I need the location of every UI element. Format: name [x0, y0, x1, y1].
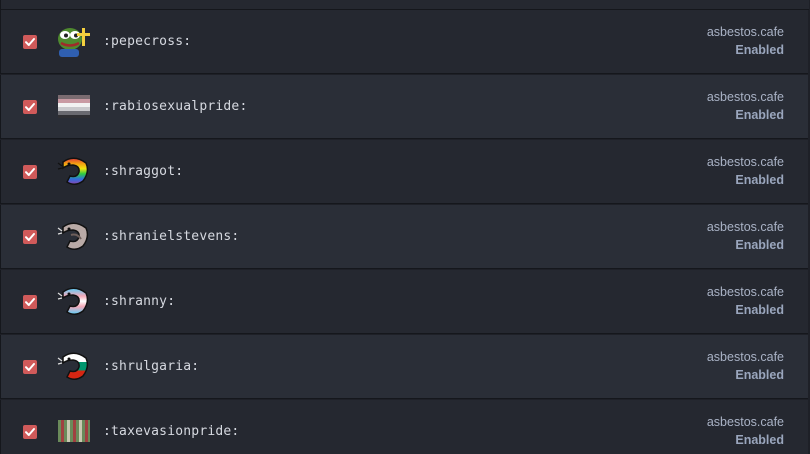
emoji-checkbox[interactable] [23, 360, 37, 374]
emoji-checkbox[interactable] [23, 425, 37, 439]
emoji-shortcode: :rabiosexualpride: [103, 99, 248, 114]
emoji-shortcode: :shranny: [103, 294, 176, 309]
rabiosexual-pride-flag-icon [58, 95, 90, 118]
checkmark-icon [25, 38, 35, 46]
emoji-meta: asbestos.cafe Enabled [707, 88, 784, 124]
emoji-meta: asbestos.cafe Enabled [707, 153, 784, 189]
emoji-meta: asbestos.cafe Enabled [707, 23, 784, 59]
emoji-meta: asbestos.cafe Enabled [707, 283, 784, 319]
emoji-checkbox[interactable] [23, 295, 37, 309]
emoji-row[interactable]: :shrulgaria: asbestos.cafe Enabled [0, 335, 808, 399]
emoji-meta: asbestos.cafe Enabled [707, 348, 784, 384]
emoji-row[interactable]: :pepecross: asbestos.cafe Enabled [0, 10, 808, 74]
emoji-domain: asbestos.cafe [706, 220, 784, 234]
shrimp-trans-icon [57, 287, 89, 315]
emoji-status: Enabled [735, 368, 784, 382]
checkmark-icon [25, 168, 35, 176]
emoji-row[interactable]: :shranny: asbestos.cafe Enabled [0, 270, 808, 334]
emoji-shortcode: :shrulgaria: [103, 359, 200, 374]
emoji-checkbox[interactable] [23, 100, 37, 114]
emoji-checkbox[interactable] [23, 35, 37, 49]
emoji-row[interactable]: :shraggot: asbestos.cafe Enabled [0, 140, 808, 204]
emoji-shortcode: :shraggot: [103, 164, 184, 179]
emoji-status: Enabled [735, 238, 784, 252]
emoji-shortcode: :pepecross: [103, 34, 192, 49]
checkmark-icon [25, 363, 35, 371]
emoji-status: Enabled [735, 303, 784, 317]
emoji-status: Enabled [735, 108, 784, 122]
emoji-domain: asbestos.cafe [706, 90, 784, 104]
emoji-shortcode: :shranielstevens: [103, 229, 240, 244]
checkmark-icon [25, 298, 35, 306]
emoji-checkbox[interactable] [23, 165, 37, 179]
emoji-domain: asbestos.cafe [706, 25, 784, 39]
emoji-status: Enabled [735, 433, 784, 447]
emoji-domain: asbestos.cafe [706, 415, 784, 429]
emoji-domain: asbestos.cafe [706, 155, 784, 169]
checkmark-icon [25, 103, 35, 111]
tax-evasion-pride-flag-icon [58, 420, 90, 442]
emoji-row[interactable]: :shranielstevens: asbestos.cafe Enabled [0, 205, 808, 269]
shrimp-grey-icon [57, 222, 89, 250]
emoji-domain: asbestos.cafe [706, 285, 784, 299]
emoji-meta: asbestos.cafe Enabled [707, 413, 784, 449]
emoji-meta: asbestos.cafe Enabled [707, 218, 784, 254]
checkmark-icon [25, 428, 35, 436]
emoji-list: :pepecross: asbestos.cafe Enabled :rabio… [0, 0, 810, 454]
emoji-shortcode: :taxevasionpride: [103, 424, 240, 439]
shrimp-rainbow-icon [57, 157, 89, 185]
emoji-status: Enabled [735, 173, 784, 187]
checkmark-icon [25, 233, 35, 241]
emoji-row[interactable]: :rabiosexualpride: asbestos.cafe Enabled [0, 75, 808, 139]
shrimp-bulgaria-icon [57, 352, 89, 380]
emoji-domain: asbestos.cafe [706, 350, 784, 364]
emoji-checkbox[interactable] [23, 230, 37, 244]
emoji-row[interactable]: :taxevasionpride: asbestos.cafe Enabled [0, 400, 808, 454]
emoji-status: Enabled [735, 43, 784, 57]
pepe-cross-icon [58, 28, 90, 57]
previous-row-edge [0, 0, 809, 10]
